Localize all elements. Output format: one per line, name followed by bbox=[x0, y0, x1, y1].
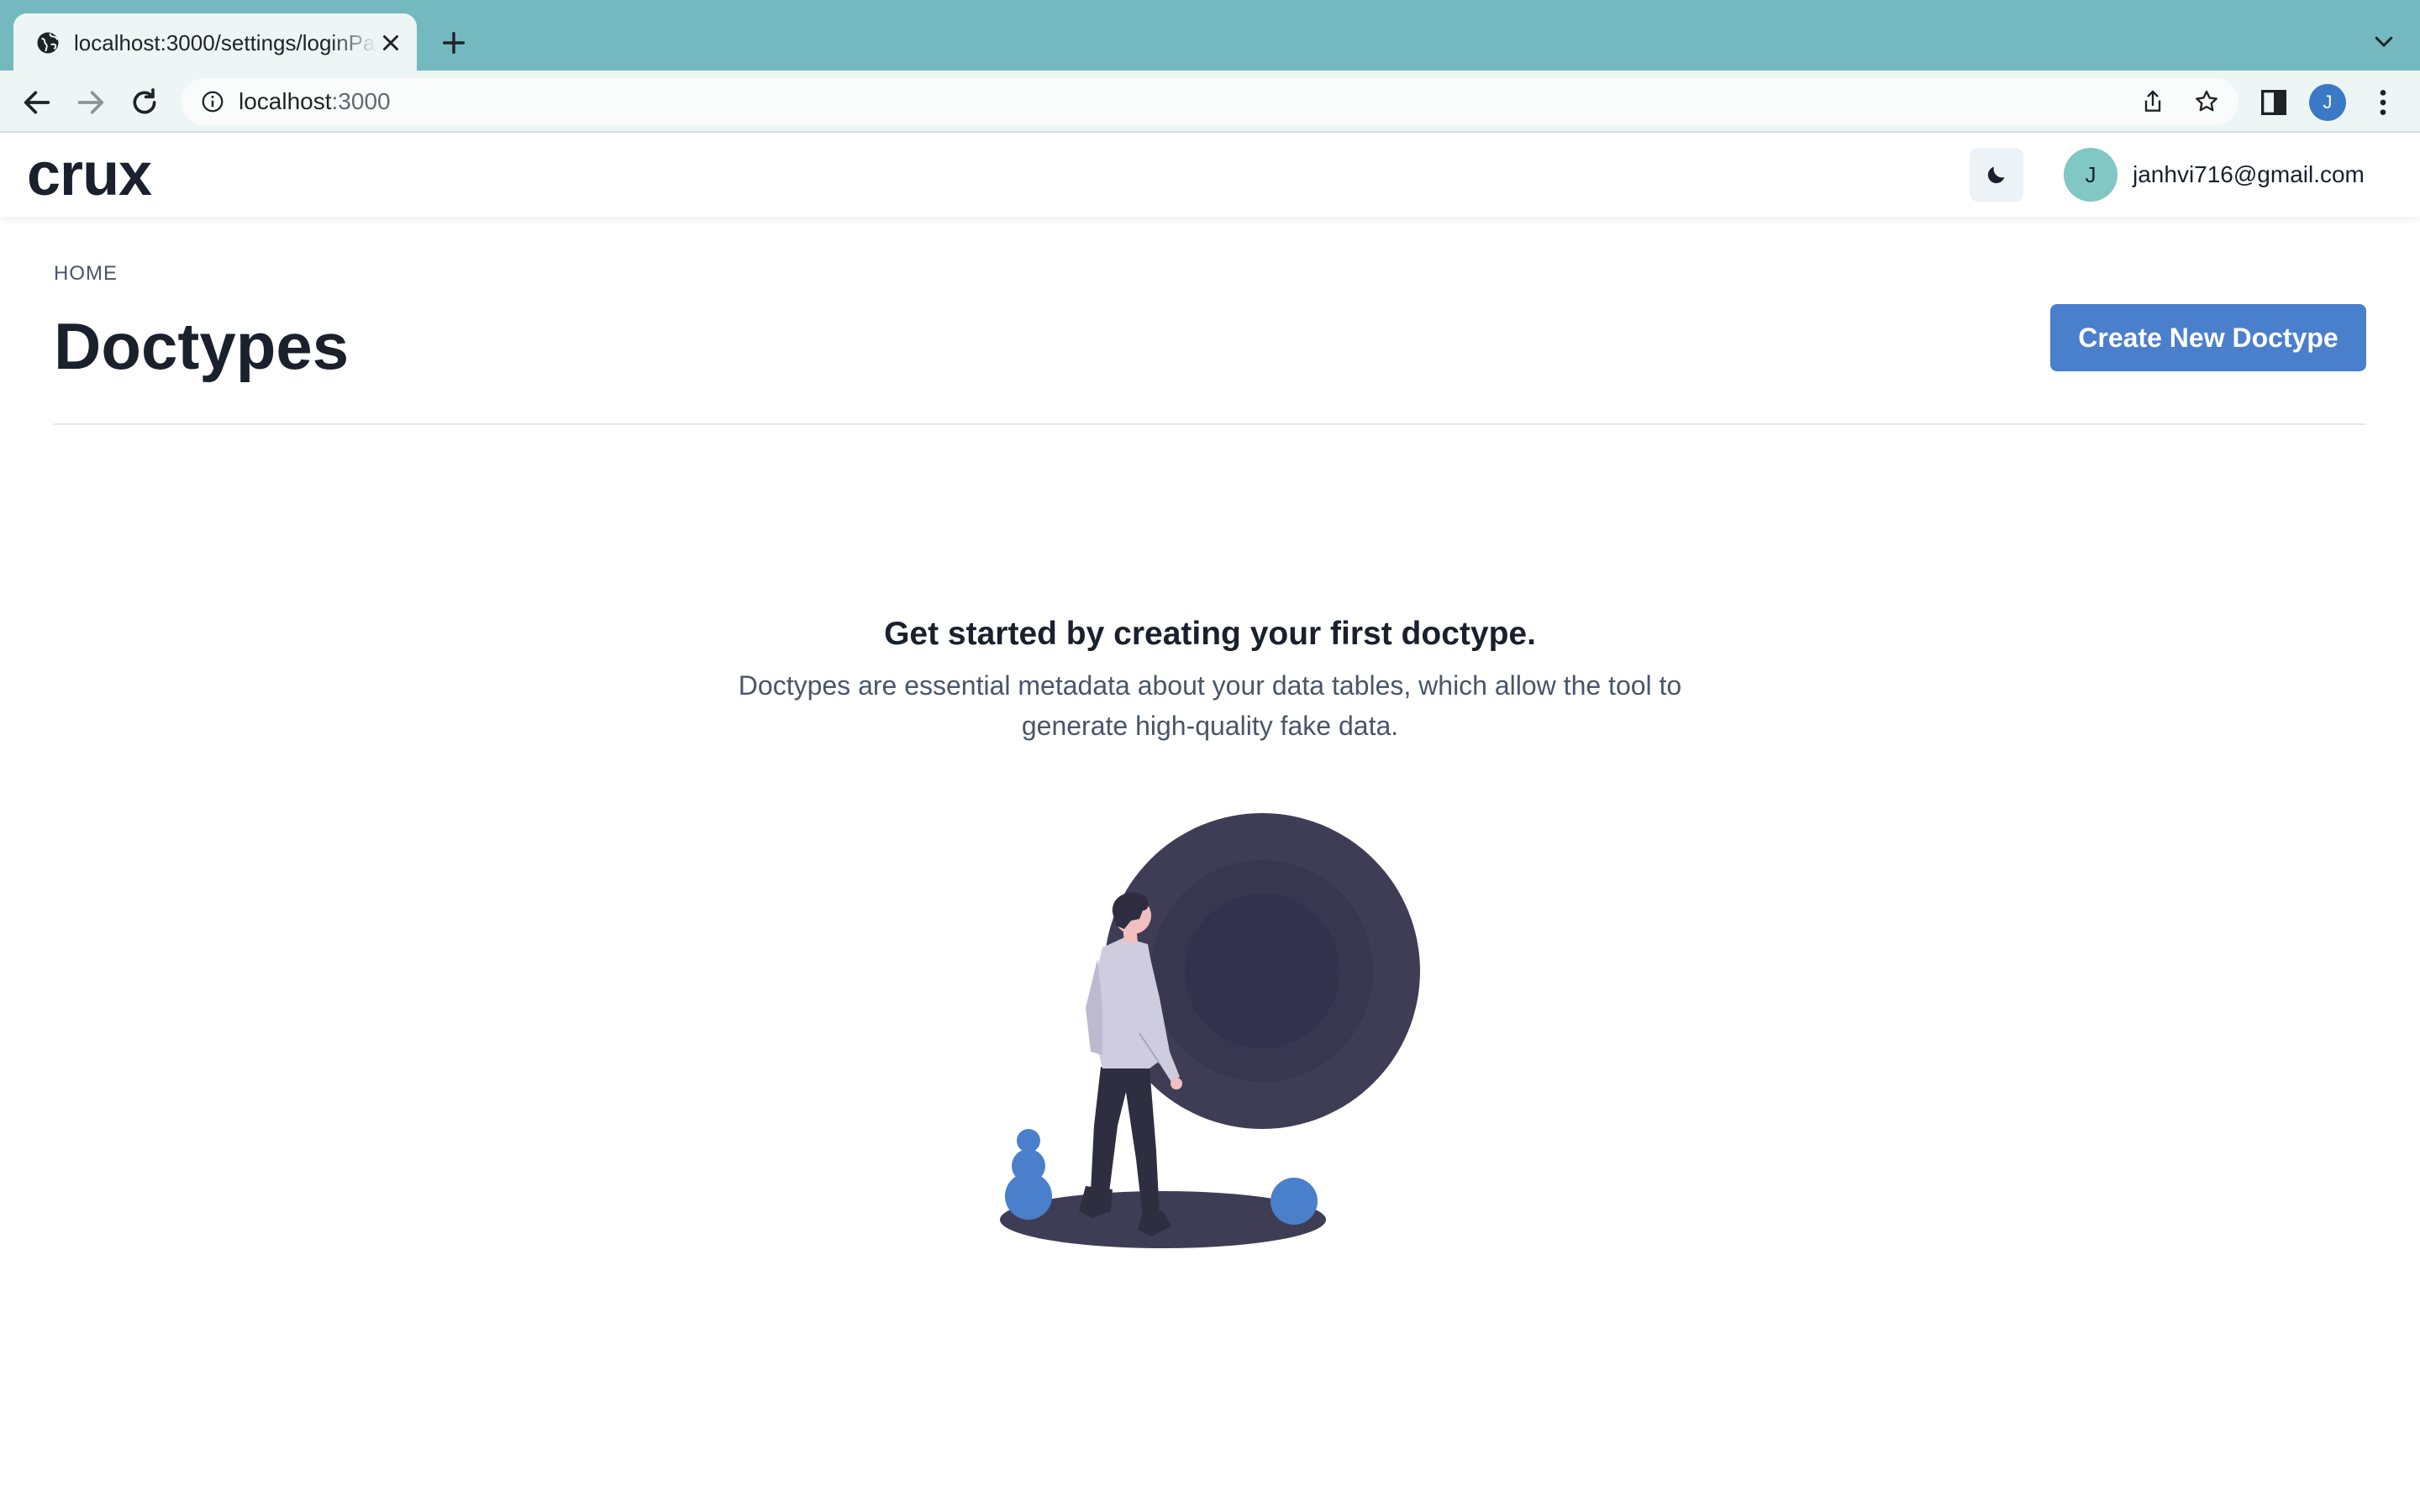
empty-state-illustration bbox=[1000, 813, 1420, 1248]
more-vertical-icon[interactable] bbox=[2366, 86, 2400, 119]
empty-state-description: Doctypes are essential metadata about yo… bbox=[738, 670, 1682, 741]
page-title: Doctypes bbox=[54, 309, 350, 383]
theme-toggle-button[interactable] bbox=[1970, 148, 2023, 202]
chevron-down-icon[interactable] bbox=[2371, 29, 2396, 54]
tab-title: localhost:3000/settings/loginPage bbox=[74, 30, 376, 55]
close-icon[interactable] bbox=[378, 30, 403, 55]
breadcrumb[interactable]: HOME bbox=[54, 262, 118, 286]
address-bar[interactable]: localhost:3000 bbox=[182, 78, 2238, 125]
logo[interactable]: crux bbox=[27, 144, 152, 205]
user-email[interactable]: janhvi716@gmail.com bbox=[2133, 160, 2365, 189]
avatar[interactable]: J bbox=[2064, 148, 2118, 202]
empty-state-title: Get started by creating your first docty… bbox=[884, 616, 1536, 652]
browser-tabstrip: localhost:3000/settings/loginPage bbox=[0, 0, 2420, 71]
create-doctype-button[interactable]: Create New Doctype bbox=[2050, 304, 2366, 371]
url-text[interactable]: localhost:3000 bbox=[239, 89, 391, 114]
info-icon[interactable] bbox=[200, 89, 225, 114]
side-panel-icon[interactable] bbox=[2257, 86, 2291, 119]
browser-toolbar: localhost:3000 J bbox=[0, 71, 2420, 133]
profile-avatar[interactable]: J bbox=[2309, 84, 2346, 121]
star-icon[interactable] bbox=[2193, 88, 2220, 115]
moon-icon bbox=[1987, 166, 2005, 184]
browser-tab[interactable]: localhost:3000/settings/loginPage bbox=[13, 13, 417, 71]
reload-icon[interactable] bbox=[128, 86, 161, 119]
forward-arrow-icon[interactable] bbox=[74, 86, 108, 119]
globe-icon bbox=[37, 32, 59, 54]
app-header: crux J janhvi716@gmail.com bbox=[0, 133, 2420, 217]
new-tab-icon[interactable] bbox=[437, 29, 471, 57]
back-arrow-icon[interactable] bbox=[20, 86, 54, 119]
share-icon[interactable] bbox=[2139, 88, 2166, 115]
divider bbox=[54, 423, 2366, 425]
